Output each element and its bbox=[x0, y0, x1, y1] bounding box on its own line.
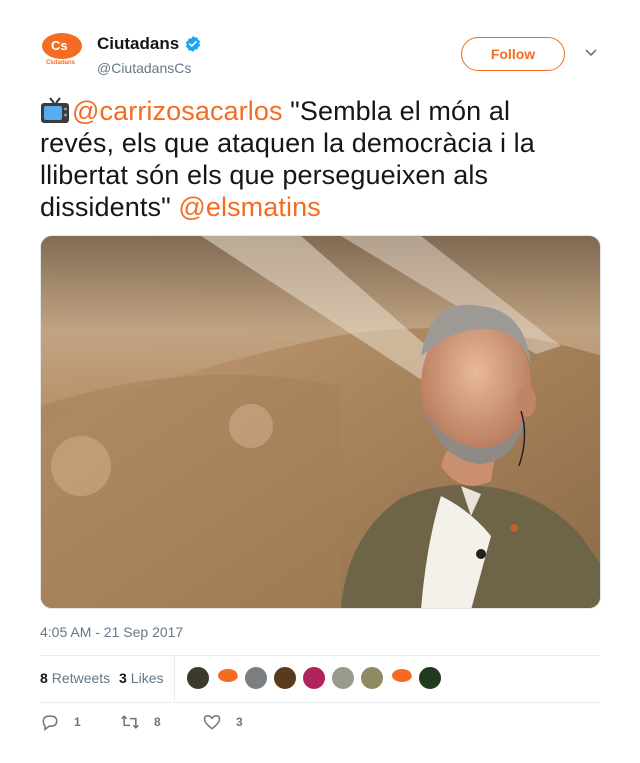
tv-icon bbox=[41, 97, 69, 123]
author-name-row[interactable]: Ciutadans bbox=[97, 34, 202, 54]
stats-divider bbox=[174, 656, 175, 702]
follow-button[interactable]: Follow bbox=[461, 37, 565, 71]
retweet-action[interactable]: 8 bbox=[120, 712, 161, 732]
tweet-actions: 1 8 3 bbox=[40, 712, 600, 736]
liker-avatar-7[interactable] bbox=[360, 666, 384, 690]
author-avatar[interactable]: Cs Ciutadans bbox=[40, 30, 84, 74]
liker-avatar-3[interactable] bbox=[244, 666, 268, 690]
tweet-text: @carrizosacarlos "Sembla el món al revés… bbox=[40, 95, 580, 223]
like-count: 3 bbox=[236, 715, 243, 729]
tweet-header: Cs Ciutadans Ciutadans @CiutadansCs Foll… bbox=[40, 30, 600, 80]
verified-badge-icon bbox=[186, 36, 201, 52]
liker-avatar-4[interactable] bbox=[273, 666, 297, 690]
chevron-down-icon[interactable] bbox=[585, 48, 597, 58]
like-action[interactable]: 3 bbox=[202, 712, 243, 732]
likes-stat[interactable]: 3 Likes bbox=[119, 670, 163, 686]
liker-avatar-8[interactable] bbox=[389, 666, 413, 690]
retweets-stat[interactable]: 8 Retweets bbox=[40, 670, 110, 686]
author-name[interactable]: Ciutadans bbox=[97, 34, 179, 54]
tweet-photo[interactable] bbox=[40, 235, 601, 609]
mention-carrizosacarlos[interactable]: @carrizosacarlos bbox=[72, 96, 283, 126]
avatar-logo-shape bbox=[218, 669, 238, 682]
liker-avatar-9[interactable] bbox=[418, 666, 442, 690]
mention-elsmatins[interactable]: @elsmatins bbox=[178, 192, 320, 222]
liker-avatar-6[interactable] bbox=[331, 666, 355, 690]
author-handle[interactable]: @CiutadansCs bbox=[97, 60, 191, 76]
reply-count: 1 bbox=[74, 715, 81, 729]
liker-avatars bbox=[186, 666, 447, 690]
avatar-logo-text: Cs bbox=[51, 38, 68, 53]
reply-icon[interactable] bbox=[40, 712, 60, 732]
heart-icon[interactable] bbox=[202, 712, 222, 732]
retweets-label: Retweets bbox=[51, 670, 111, 686]
reply-action[interactable]: 1 bbox=[40, 712, 81, 732]
tweet-timestamp[interactable]: 4:05 AM - 21 Sep 2017 bbox=[40, 624, 183, 640]
avatar-logo-shape bbox=[392, 669, 412, 682]
liker-avatar-1[interactable] bbox=[186, 666, 210, 690]
retweet-count: 8 bbox=[154, 715, 161, 729]
retweets-count: 8 bbox=[40, 670, 48, 686]
likes-count: 3 bbox=[119, 670, 127, 686]
avatar-logo-subtext: Ciutadans bbox=[46, 60, 76, 66]
liker-avatar-5[interactable] bbox=[302, 666, 326, 690]
photo-illustration bbox=[41, 236, 600, 608]
liker-avatar-2[interactable] bbox=[215, 666, 239, 690]
tweet-stats: 8 Retweets 3 Likes bbox=[40, 655, 600, 703]
likes-label: Likes bbox=[130, 670, 164, 686]
retweet-icon[interactable] bbox=[120, 712, 140, 732]
